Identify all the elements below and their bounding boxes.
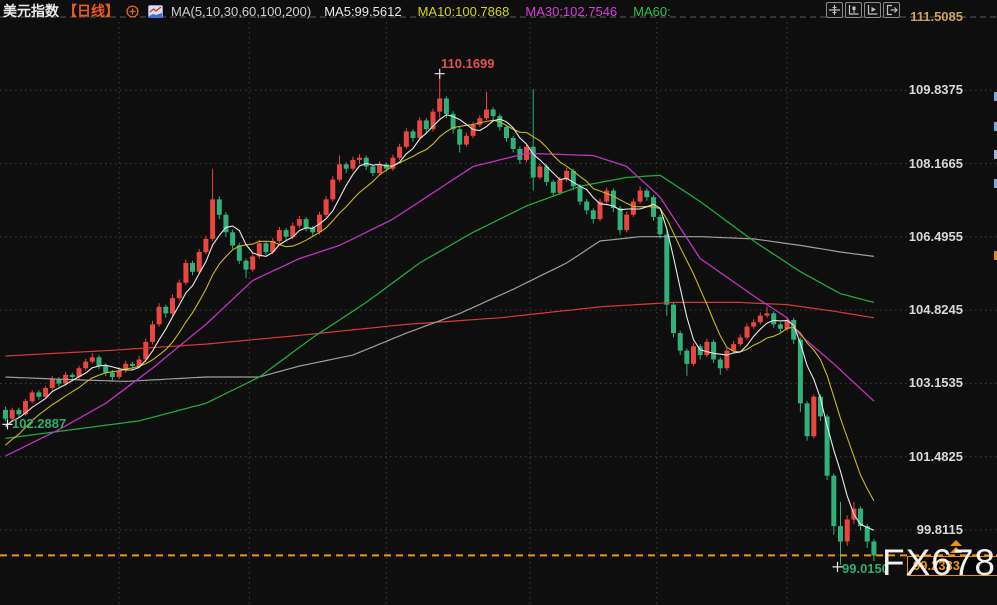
circle-plus-icon[interactable] (126, 5, 139, 18)
price-axis-label: 101.4825 (880, 449, 963, 464)
ma-lines-layer (6, 115, 874, 531)
ma100-line (6, 237, 874, 382)
price-axis-label: 104.8245 (880, 302, 963, 317)
ma30-value: MA30:102.7546 (525, 4, 617, 19)
ma10-value: MA10:100.7868 (418, 4, 510, 19)
ma60-value: MA60: (633, 4, 671, 19)
price-axis-label: 103.1535 (880, 375, 963, 390)
ma-settings-label: MA(5,10,30,60,100,200) (171, 4, 311, 19)
price-axis-label: 109.8375 (880, 82, 963, 97)
price-axis-label: 108.1665 (880, 156, 963, 171)
trading-chart-app: { "header": { "symbol": "美元指数", "period"… (0, 0, 997, 605)
sub-indicator-icon[interactable] (864, 2, 881, 18)
ma60-line (6, 175, 874, 438)
main-indicator-icon[interactable] (845, 2, 862, 18)
fx678-watermark: FX678 (882, 542, 996, 584)
ma30-line (6, 153, 874, 456)
period-label: 【日线】 (63, 1, 119, 21)
high-price-label: 110.1699 (441, 56, 495, 71)
line-chart-icon[interactable] (148, 5, 163, 18)
low-price-label-left: 102.2887 (12, 416, 66, 431)
extreme-markers (3, 69, 843, 572)
ma5-value: MA5:99.5612 (324, 4, 401, 19)
price-axis-label: 99.8115 (880, 522, 963, 537)
chart-toolbar (826, 2, 900, 18)
symbol-title: 美元指数 (3, 1, 59, 21)
price-axis-label: 106.4955 (880, 229, 963, 244)
crosshair-icon[interactable] (826, 2, 843, 18)
expand-icon[interactable] (883, 2, 900, 18)
